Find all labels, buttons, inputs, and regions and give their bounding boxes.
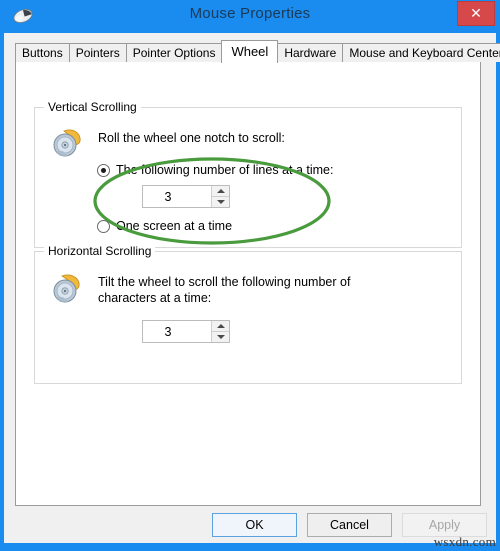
tab-pointers[interactable]: Pointers (68, 43, 127, 62)
cancel-button[interactable]: Cancel (307, 513, 392, 537)
watermark: wsxdn.com (433, 534, 496, 549)
lines-spinner-buttons (211, 186, 229, 207)
chevron-up-icon (216, 323, 225, 328)
radio-one-screen-at-a-time[interactable]: One screen at a time (97, 219, 232, 233)
tab-wheel[interactable]: Wheel (221, 40, 279, 63)
chevron-down-icon (216, 334, 225, 339)
horizontal-scrolling-group-title: Horizontal Scrolling (44, 244, 156, 258)
lines-per-notch-input[interactable]: 3 (143, 186, 211, 207)
radio-screen-indicator[interactable] (97, 219, 110, 233)
radio-lines-label: The following number of lines at a time: (116, 163, 334, 177)
close-button[interactable]: ✕ (457, 1, 495, 26)
vertical-scrolling-group: Vertical Scrolling Roll the wheel one no… (34, 100, 462, 248)
tab-page-wheel: Vertical Scrolling Roll the wheel one no… (15, 61, 481, 506)
horizontal-scrolling-description: Tilt the wheel to scroll the following n… (98, 274, 398, 306)
mouse-properties-window: Mouse Properties ✕ Buttons Pointers Poin… (0, 0, 500, 551)
window-title: Mouse Properties (189, 5, 311, 22)
ok-button[interactable]: OK (212, 513, 297, 537)
lines-spinner-down-button[interactable] (212, 196, 229, 207)
tab-strip: Buttons Pointers Pointer Options Wheel H… (15, 40, 500, 63)
characters-spinner-down-button[interactable] (212, 331, 229, 342)
horizontal-scrolling-description-line2: characters at a time: (98, 291, 212, 305)
chevron-up-icon (216, 188, 225, 193)
title-bar: Mouse Properties ✕ (0, 0, 500, 33)
lines-spinner-up-button[interactable] (212, 186, 229, 197)
horizontal-scrolling-description-line1: Tilt the wheel to scroll the following n… (98, 275, 351, 289)
lines-per-notch-stepper[interactable]: 3 (142, 185, 230, 208)
characters-spinner-up-button[interactable] (212, 321, 229, 332)
tab-hardware[interactable]: Hardware (277, 43, 344, 62)
vertical-scrolling-description: Roll the wheel one notch to scroll: (98, 131, 285, 145)
radio-screen-label: One screen at a time (116, 219, 233, 233)
mouse-wheel-horizontal-icon (51, 272, 85, 306)
chevron-down-icon (216, 199, 225, 204)
tab-pointer-options[interactable]: Pointer Options (125, 43, 223, 62)
radio-following-number-of-lines[interactable]: The following number of lines at a time: (97, 163, 333, 177)
mouse-wheel-vertical-icon (51, 126, 85, 160)
dialog-client-area: Buttons Pointers Pointer Options Wheel H… (4, 33, 500, 543)
tab-mouse-and-keyboard-center[interactable]: Mouse and Keyboard Center (342, 43, 500, 62)
characters-per-tilt-stepper[interactable]: 3 (142, 320, 230, 343)
vertical-scrolling-group-title: Vertical Scrolling (44, 100, 141, 114)
radio-lines-indicator[interactable] (97, 163, 110, 177)
characters-spinner-buttons (211, 321, 229, 342)
tab-buttons[interactable]: Buttons (15, 43, 70, 62)
horizontal-scrolling-group: Horizontal Scrolling Tilt the wheel to s… (34, 244, 462, 384)
characters-per-tilt-input[interactable]: 3 (143, 321, 211, 342)
